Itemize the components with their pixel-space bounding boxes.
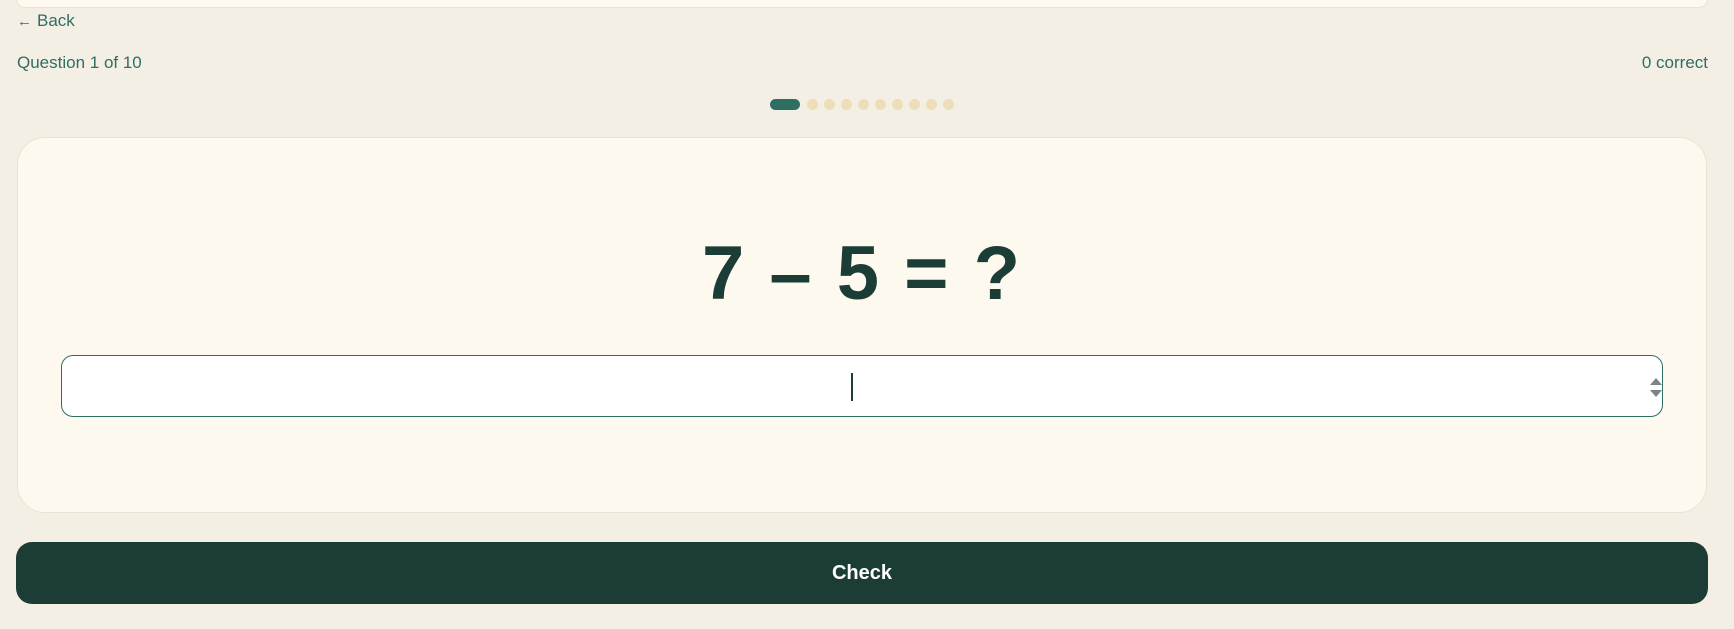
spinner-up-icon[interactable] (1650, 377, 1662, 385)
progress-dot (892, 98, 903, 110)
question-counter: Question 1 of 10 (17, 53, 142, 72)
progress-dot-current (770, 98, 800, 110)
check-button-label: Check (831, 561, 893, 584)
top-panel-edge (16, 0, 1708, 8)
equation-text: 7 – 5 = ? (701, 231, 1023, 316)
progress-dot (841, 98, 852, 110)
question-card: 7 – 5 = ? (17, 137, 1707, 513)
number-spinner[interactable] (1649, 373, 1663, 401)
progress-dot (824, 98, 835, 110)
answer-input[interactable] (61, 355, 1663, 417)
back-link[interactable]: ← Back (17, 11, 75, 31)
progress-dot (943, 98, 954, 110)
progress-dot (875, 98, 886, 110)
progress-dot (909, 98, 920, 110)
progress-dot (858, 98, 869, 110)
back-label: Back (37, 11, 75, 30)
text-caret (851, 373, 853, 401)
spinner-down-icon[interactable] (1650, 389, 1662, 397)
back-arrow-icon: ← (17, 12, 32, 30)
check-button[interactable]: Check (16, 542, 1708, 604)
correct-counter: 0 correct (1641, 53, 1708, 72)
progress-dot (807, 98, 818, 110)
progress-dot (926, 98, 937, 110)
progress-dots (770, 98, 954, 110)
